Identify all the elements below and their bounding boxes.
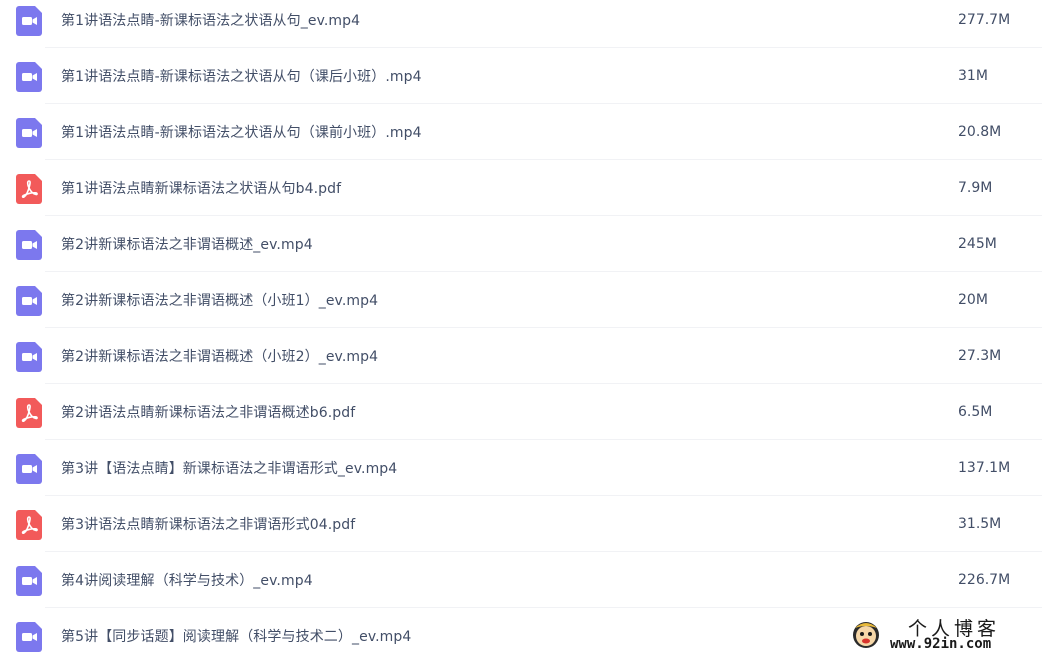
- file-name[interactable]: 第1讲语法点睛-新课标语法之状语从句（课后小班）.mp4: [61, 48, 422, 104]
- file-size: 20M: [958, 292, 988, 308]
- file-name[interactable]: 第2讲新课标语法之非谓语概述（小班1）_ev.mp4: [61, 272, 378, 328]
- file-size: 277.7M: [958, 12, 1011, 28]
- file-name[interactable]: 第1讲语法点睛-新课标语法之状语从句_ev.mp4: [61, 0, 360, 48]
- file-size: 31.5M: [958, 516, 1002, 532]
- file-size: 27.3M: [958, 348, 1002, 364]
- file-size: 245M: [958, 236, 997, 252]
- pdf-file-icon: [16, 398, 42, 428]
- file-name[interactable]: 第1讲语法点睛-新课标语法之状语从句（课前小班）.mp4: [61, 104, 422, 160]
- file-size: 226.7M: [958, 572, 1011, 588]
- file-row[interactable]: 第4讲阅读理解（科学与技术）_ev.mp4 226.7M: [0, 552, 1042, 608]
- file-row[interactable]: 第3讲语法点睛新课标语法之非谓语形式04.pdf 31.5M: [0, 496, 1042, 552]
- file-size: 7.9M: [958, 180, 993, 196]
- pdf-file-icon: [16, 510, 42, 540]
- file-name[interactable]: 第1讲语法点睛新课标语法之状语从句b4.pdf: [61, 160, 341, 216]
- video-file-icon: [16, 342, 42, 372]
- file-name[interactable]: 第3讲【语法点睛】新课标语法之非谓语形式_ev.mp4: [61, 440, 397, 496]
- file-row[interactable]: 第2讲新课标语法之非谓语概述（小班2）_ev.mp4 27.3M: [0, 328, 1042, 384]
- file-size: 137.1M: [958, 460, 1011, 476]
- file-name[interactable]: 第4讲阅读理解（科学与技术）_ev.mp4: [61, 552, 313, 608]
- file-list: 第1讲语法点睛-新课标语法之状语从句_ev.mp4 277.7M 第1讲语法点睛-新…: [0, 0, 1042, 656]
- mascot-logo-icon: [850, 618, 882, 650]
- file-row[interactable]: 第1讲语法点睛-新课标语法之状语从句（课前小班）.mp4 20.8M: [0, 104, 1042, 160]
- file-size: 6.5M: [958, 404, 993, 420]
- file-row[interactable]: 第1讲语法点睛新课标语法之状语从句b4.pdf 7.9M: [0, 160, 1042, 216]
- file-name[interactable]: 第5讲【同步话题】阅读理解（科学与技术二）_ev.mp4: [61, 608, 411, 656]
- file-name[interactable]: 第2讲新课标语法之非谓语概述（小班2）_ev.mp4: [61, 328, 378, 384]
- file-name[interactable]: 第2讲新课标语法之非谓语概述_ev.mp4: [61, 216, 313, 272]
- file-row[interactable]: 第2讲新课标语法之非谓语概述_ev.mp4 245M: [0, 216, 1042, 272]
- file-name[interactable]: 第3讲语法点睛新课标语法之非谓语形式04.pdf: [61, 496, 355, 552]
- video-file-icon: [16, 566, 42, 596]
- file-row[interactable]: 第1讲语法点睛-新课标语法之状语从句（课后小班）.mp4 31M: [0, 48, 1042, 104]
- file-row[interactable]: 第2讲新课标语法之非谓语概述（小班1）_ev.mp4 20M: [0, 272, 1042, 328]
- video-file-icon: [16, 286, 42, 316]
- file-row[interactable]: 第2讲语法点睛新课标语法之非谓语概述b6.pdf 6.5M: [0, 384, 1042, 440]
- file-name[interactable]: 第2讲语法点睛新课标语法之非谓语概述b6.pdf: [61, 384, 355, 440]
- watermark-url: www.92in.com: [890, 636, 992, 652]
- video-file-icon: [16, 118, 42, 148]
- file-row[interactable]: 第1讲语法点睛-新课标语法之状语从句_ev.mp4 277.7M: [0, 0, 1042, 48]
- video-file-icon: [16, 622, 42, 652]
- video-file-icon: [16, 62, 42, 92]
- video-file-icon: [16, 454, 42, 484]
- file-row[interactable]: 第3讲【语法点睛】新课标语法之非谓语形式_ev.mp4 137.1M: [0, 440, 1042, 496]
- file-size: 20.8M: [958, 124, 1002, 140]
- pdf-file-icon: [16, 174, 42, 204]
- video-file-icon: [16, 230, 42, 260]
- video-file-icon: [16, 6, 42, 36]
- watermark: 个人博客 www.92in.com: [850, 614, 1030, 654]
- file-size: 31M: [958, 68, 988, 84]
